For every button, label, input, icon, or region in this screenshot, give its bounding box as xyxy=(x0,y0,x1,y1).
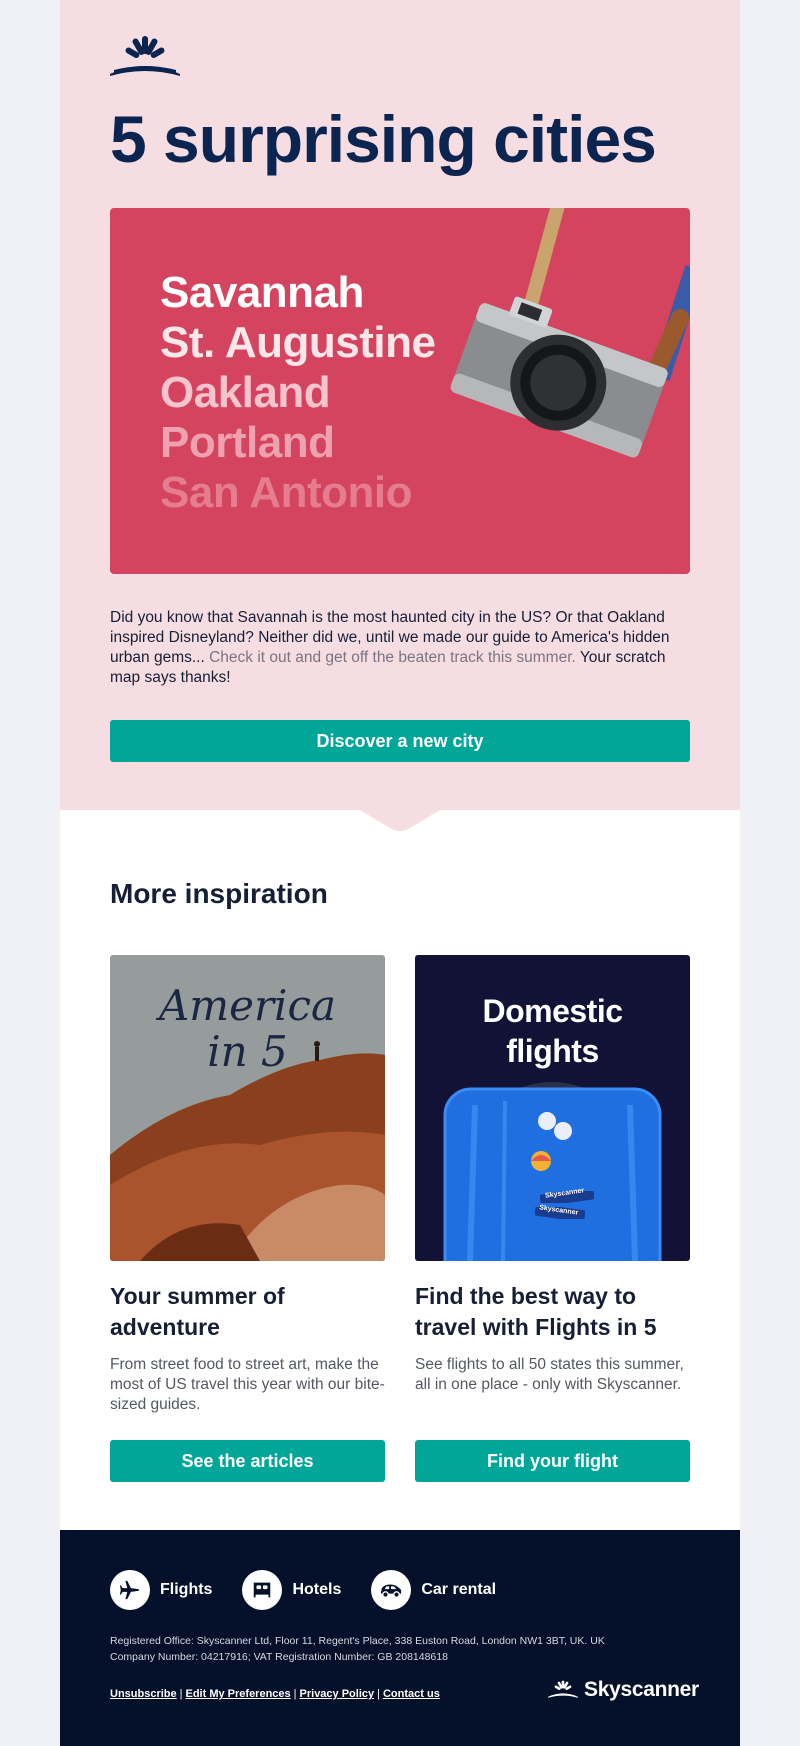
footer: Flights Hotels Car rental Registered Off… xyxy=(60,1530,740,1746)
image-text-line: America xyxy=(158,981,337,1030)
image-text-line: Domestic xyxy=(482,993,623,1029)
card-image-america[interactable]: America in 5 xyxy=(110,955,385,1261)
card-title: Find the best way to travel with Flights… xyxy=(415,1283,657,1340)
footer-nav-hotels[interactable]: Hotels xyxy=(242,1570,341,1610)
legal-line: Company Number: 04217916; VAT Registrati… xyxy=(110,1651,448,1663)
link-separator: | xyxy=(293,1688,297,1700)
headline: 5 surprising cities xyxy=(110,102,657,176)
section-title-inspiration: More inspiration xyxy=(110,878,328,909)
footer-nav-car-rental[interactable]: Car rental xyxy=(371,1570,496,1610)
legal-text: Registered Office: Skyscanner Ltd, Floor… xyxy=(110,1633,605,1665)
image-text-line: flights xyxy=(506,1033,599,1069)
privacy-policy-link[interactable]: Privacy Policy xyxy=(300,1688,375,1700)
bed-icon xyxy=(242,1570,283,1610)
blue-suitcase-illustration xyxy=(443,1082,662,1261)
discover-city-button[interactable]: Discover a new city xyxy=(110,720,690,762)
footer-nav-label: Hotels xyxy=(292,1581,342,1598)
america-in-5-title: America in 5 xyxy=(110,983,385,1075)
city-name: Savannah xyxy=(160,268,364,317)
card-description: See flights to all 50 states this summer… xyxy=(415,1356,684,1393)
car-icon xyxy=(371,1570,412,1610)
footer-nav-label: Car rental xyxy=(421,1581,497,1598)
city-name: Portland xyxy=(160,418,335,467)
card-domestic-flights: Domestic flights Skyscanner Skyscanner F… xyxy=(415,955,690,1482)
skyscanner-brand[interactable]: Skyscanner xyxy=(548,1678,699,1702)
card-image-domestic[interactable]: Domestic flights Skyscanner Skyscanner xyxy=(415,955,690,1261)
skyscanner-sunrise-logo-icon xyxy=(110,36,180,76)
find-flight-button[interactable]: Find your flight xyxy=(415,1440,690,1482)
image-text-line: in 5 xyxy=(207,1027,288,1076)
link-separator: | xyxy=(377,1688,380,1700)
domestic-flights-title: Domestic flights xyxy=(415,991,690,1071)
city-name: St. Augustine xyxy=(160,318,436,367)
skyscanner-sunrise-icon xyxy=(548,1680,578,1698)
footer-nav-flights[interactable]: Flights xyxy=(110,1570,212,1610)
hero-section: 5 surprising cities Savannah St. Augusti… xyxy=(60,0,740,810)
legal-line: Registered Office: Skyscanner Ltd, Floor… xyxy=(110,1635,605,1647)
brand-name: Skyscanner xyxy=(584,1678,699,1701)
city-list: Savannah St. Augustine Oakland Portland … xyxy=(160,268,436,518)
card-title: Your summer of adventure xyxy=(110,1283,285,1340)
camera-illustration xyxy=(450,208,690,458)
footer-links: Unsubscribe | Edit My Preferences | Privacy … xyxy=(110,1688,440,1700)
hero-description: Did you know that Savannah is the most h… xyxy=(110,608,690,688)
see-articles-button[interactable]: See the articles xyxy=(110,1440,385,1482)
plane-icon xyxy=(110,1570,150,1610)
hero-image-cities[interactable]: Savannah St. Augustine Oakland Portland … xyxy=(110,208,690,574)
email-container: 5 surprising cities Savannah St. Augusti… xyxy=(60,0,740,1746)
unsubscribe-link[interactable]: Unsubscribe xyxy=(110,1688,177,1700)
footer-nav: Flights Hotels Car rental xyxy=(110,1570,526,1610)
edit-preferences-link[interactable]: Edit My Preferences xyxy=(186,1688,291,1700)
city-name: San Antonio xyxy=(160,468,412,517)
card-america: America in 5 Your summer of adventure Fr… xyxy=(110,955,385,1482)
city-name: Oakland xyxy=(160,368,331,417)
hero-description-link[interactable]: Check it out and get off the beaten trac… xyxy=(209,649,576,666)
contact-us-link[interactable]: Contact us xyxy=(383,1688,440,1700)
link-separator: | xyxy=(179,1688,183,1700)
domestic-flights-image: Domestic flights Skyscanner Skyscanner xyxy=(415,955,690,1261)
section-divider-notch xyxy=(360,810,440,831)
card-description: From street food to street art, make the… xyxy=(110,1356,385,1413)
footer-nav-label: Flights xyxy=(160,1581,213,1598)
